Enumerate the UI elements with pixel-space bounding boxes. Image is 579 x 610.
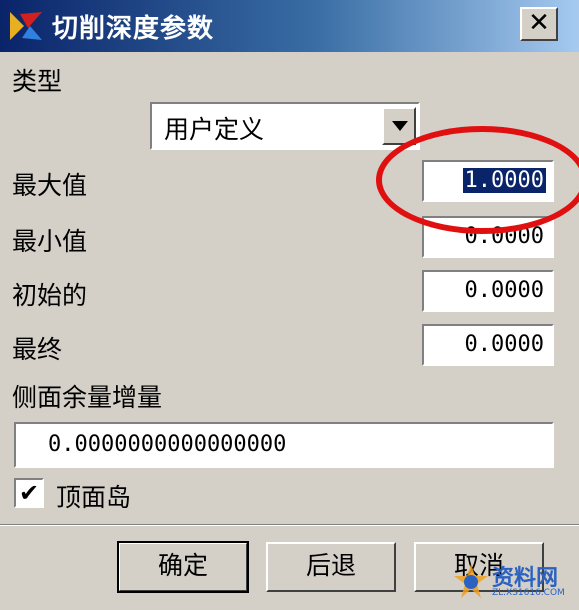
type-select-value: 用户定义: [164, 115, 265, 144]
side-stock-increment-input[interactable]: 0.0000000000000000: [14, 422, 554, 468]
initial-value-input[interactable]: 0.0000: [422, 270, 554, 312]
min-value-text: 0.0000: [464, 224, 544, 249]
initial-value-text: 0.0000: [464, 278, 544, 303]
close-button[interactable]: ✕: [520, 7, 558, 41]
initial-value-label: 初始的: [12, 281, 88, 310]
final-value-label: 最终: [12, 335, 63, 364]
back-button[interactable]: 后退: [266, 542, 396, 592]
type-label: 类型: [12, 67, 63, 96]
checkbox-check-icon: ✔: [18, 479, 40, 507]
final-value-input[interactable]: 0.0000: [422, 324, 554, 366]
side-stock-increment-label: 侧面余量增量: [12, 383, 163, 412]
app-icon: [10, 12, 42, 40]
close-icon: ✕: [528, 8, 550, 38]
final-value-text: 0.0000: [464, 332, 544, 357]
dropdown-arrow-icon[interactable]: [382, 107, 416, 145]
top-island-label: 顶面岛: [56, 483, 132, 512]
watermark-logo-icon: [454, 564, 488, 598]
min-value-input[interactable]: 0.0000: [422, 216, 554, 258]
title-bar: 切削深度参数 ✕: [0, 0, 579, 52]
max-value-text: 1.0000: [462, 168, 546, 193]
watermark: 资料网 ZL.XS1616.COM: [448, 558, 578, 608]
max-value-label: 最大值: [12, 171, 88, 200]
min-value-label: 最小值: [12, 227, 88, 256]
ok-button[interactable]: 确定: [117, 541, 249, 593]
max-value-input[interactable]: 1.0000: [422, 160, 554, 202]
top-island-checkbox[interactable]: ✔: [14, 478, 44, 508]
watermark-url: ZL.XS1616.COM: [492, 588, 565, 598]
side-stock-increment-text: 0.0000000000000000: [48, 432, 287, 457]
button-separator: [0, 524, 579, 526]
window-title: 切削深度参数: [52, 14, 215, 44]
type-select[interactable]: 用户定义: [150, 102, 420, 150]
